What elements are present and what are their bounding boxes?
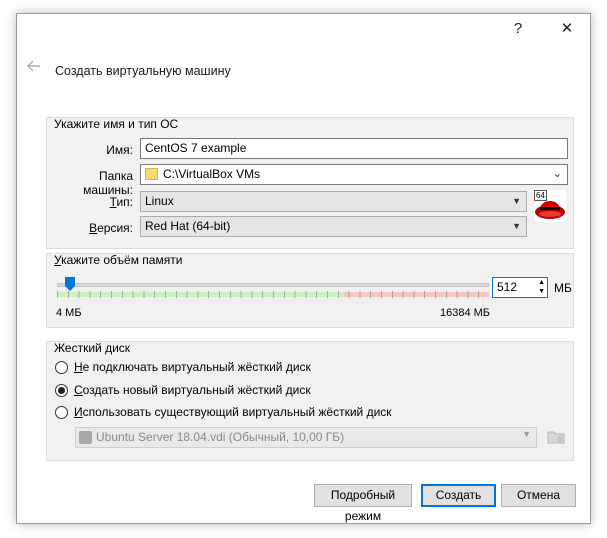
disk-group-title: Жесткий диск [54, 341, 131, 355]
spin-up-icon[interactable]: ▲ [538, 278, 545, 287]
dialog-window: ? ✕ Создать виртуальную машину Укажите и… [16, 13, 591, 524]
spin-down-icon[interactable]: ▼ [538, 287, 545, 296]
radio-create-disk-label[interactable]: Создать новый виртуальный жёсткий диск [74, 383, 311, 397]
os-badge: 64 [534, 190, 547, 201]
type-combo[interactable]: Linux ▼ [140, 191, 527, 212]
redhat-os-icon: 64 [534, 190, 566, 222]
radio-no-disk-label[interactable]: Не подключать виртуальный жёсткий диск [74, 360, 311, 374]
memory-spinbox[interactable]: 512 ▲ ▼ [492, 277, 548, 298]
memory-unit: МБ [554, 281, 572, 295]
name-os-group-title: Укажите имя и тип ОС [54, 117, 179, 131]
cancel-button[interactable]: Отмена [501, 484, 576, 507]
radio-existing-disk-label[interactable]: Использовать существующий виртуальный жё… [74, 405, 392, 419]
wizard-title: Создать виртуальную машину [55, 64, 231, 78]
close-button[interactable]: ✕ [544, 14, 590, 44]
folder-value: C:\VirtualBox VMs [163, 167, 261, 181]
memory-group: Укажите объём памяти 4 МБ 16384 МБ 512 ▲… [46, 253, 574, 328]
version-value: Red Hat (64-bit) [145, 219, 231, 233]
name-os-group: Укажите имя и тип ОС Имя: CentOS 7 examp… [46, 117, 574, 249]
expert-mode-button[interactable]: Подробный режим [314, 484, 412, 523]
folder-label: Папка машины: [83, 169, 133, 197]
slider-thumb[interactable] [65, 277, 75, 291]
slider-ticks [57, 291, 489, 298]
memory-slider[interactable] [57, 277, 489, 304]
name-label: Имя: [106, 143, 133, 157]
memory-value: 512 [497, 280, 518, 294]
radio-existing-disk[interactable] [55, 406, 68, 419]
help-button[interactable]: ? [495, 14, 541, 44]
radio-create-disk[interactable] [55, 384, 68, 397]
disk-image-icon [79, 431, 92, 444]
folder-icon [145, 168, 158, 180]
create-button[interactable]: Создать [421, 484, 496, 507]
version-combo[interactable]: Red Hat (64-bit) ▼ [140, 216, 527, 237]
chevron-down-icon: ⌄ [552, 168, 562, 180]
existing-disk-value: Ubuntu Server 18.04.vdi (Обычный, 10,00 … [96, 430, 345, 444]
radio-no-disk[interactable] [55, 361, 68, 374]
slider-track [57, 283, 489, 287]
chevron-down-icon: ▼ [512, 196, 521, 206]
chevron-down-icon: ▼ [522, 429, 531, 439]
memory-group-title: Укажите объём памяти [54, 253, 183, 267]
existing-disk-combo: Ubuntu Server 18.04.vdi (Обычный, 10,00 … [75, 427, 537, 448]
name-input[interactable]: CentOS 7 example [140, 138, 568, 159]
folder-combo[interactable]: C:\VirtualBox VMs ⌄ [140, 164, 568, 185]
folder-browse-icon [547, 429, 565, 444]
version-label: Версия: [89, 221, 133, 235]
memory-min-label: 4 МБ [56, 307, 82, 319]
arrow-left-icon[interactable] [25, 59, 41, 78]
memory-max-label: 16384 МБ [440, 307, 491, 319]
radio-selected-dot [58, 387, 65, 394]
chevron-down-icon: ▼ [512, 221, 521, 231]
type-value: Linux [145, 194, 174, 208]
type-label: Тип: [109, 195, 133, 209]
